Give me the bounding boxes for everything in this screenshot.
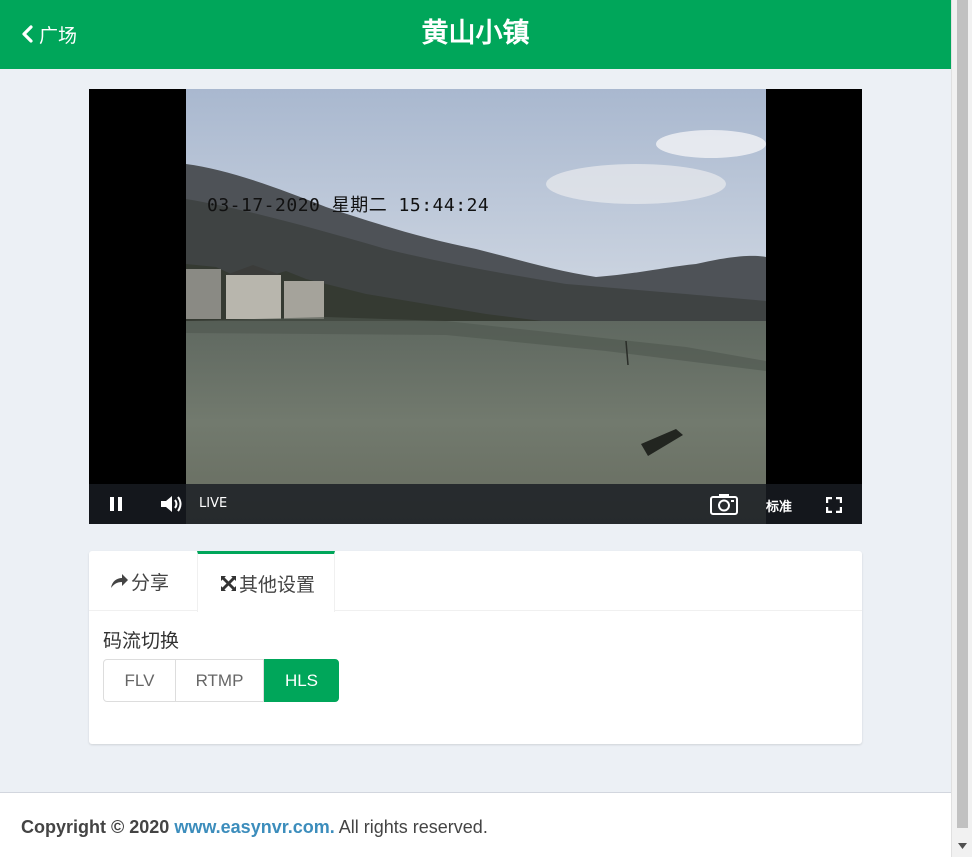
stream-switch-label: 码流切换	[103, 630, 180, 652]
video-timestamp: 03-17-2020 星期二 15:44:24	[207, 195, 490, 216]
page-footer: Copyright © 2020 www.easynvr.com. All ri…	[0, 792, 951, 857]
copyright-suffix: All rights reserved.	[338, 817, 488, 837]
pause-button[interactable]	[104, 494, 128, 514]
stream-flv-button[interactable]: FLV	[103, 659, 176, 702]
fullscreen-icon	[826, 497, 842, 513]
volume-icon	[161, 496, 182, 512]
stream-format-group: FLV RTMP HLS	[103, 659, 339, 702]
video-frame	[186, 89, 766, 524]
copyright-prefix: Copyright © 2020	[21, 817, 170, 837]
live-indicator: LIVE	[199, 496, 228, 511]
copyright-text: Copyright © 2020 www.easynvr.com. All ri…	[21, 817, 488, 838]
player-control-bar: LIVE 标准	[89, 484, 862, 524]
settings-expand-icon	[221, 575, 236, 591]
settings-panel: 分享 其他设置 码流切换 FLV RTMP HLS	[89, 551, 862, 744]
page-scrollbar[interactable]	[951, 0, 972, 857]
tab-share[interactable]: 分享	[109, 551, 169, 611]
snapshot-button[interactable]	[709, 490, 739, 518]
top-header-bar: 广场 黄山小镇	[0, 0, 951, 69]
stream-rtmp-button[interactable]: RTMP	[176, 659, 264, 702]
scrollbar-thumb[interactable]	[957, 0, 968, 828]
pause-icon	[110, 497, 122, 511]
triangle-down-icon	[958, 843, 967, 849]
tab-bar: 分享 其他设置	[89, 551, 862, 612]
tab-other-settings-label: 其他设置	[239, 573, 316, 596]
scroll-down-arrow[interactable]	[952, 835, 972, 857]
page-title: 黄山小镇	[421, 18, 530, 49]
volume-button[interactable]	[159, 493, 185, 515]
quality-selector[interactable]: 标准	[766, 496, 792, 515]
site-link[interactable]: www.easynvr.com.	[174, 817, 334, 837]
camera-icon	[710, 494, 738, 515]
fullscreen-button[interactable]	[824, 495, 844, 515]
share-icon	[111, 574, 128, 588]
video-player[interactable]: 03-17-2020 星期二 15:44:24 LIVE 标准	[89, 89, 862, 524]
tab-other-settings[interactable]: 其他设置	[197, 551, 335, 612]
tab-share-label: 分享	[131, 571, 170, 594]
stream-hls-button[interactable]: HLS	[264, 659, 339, 702]
